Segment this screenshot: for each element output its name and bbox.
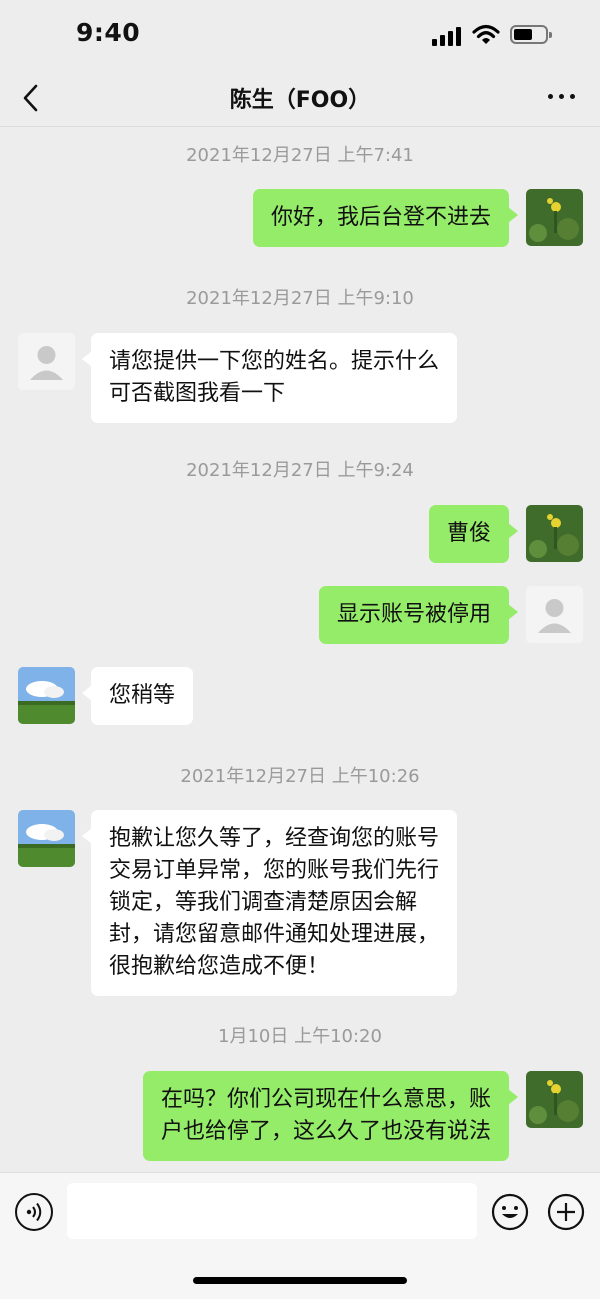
landscape-avatar-image xyxy=(18,810,75,867)
message-bubble[interactable]: 在吗？你们公司现在什么意思，账 户也给停了，这么久了也没有说法 xyxy=(142,1071,519,1161)
avatar-image xyxy=(526,505,583,562)
emoji-icon[interactable] xyxy=(491,1193,529,1231)
timestamp: 1月10日 上午10:20 xyxy=(218,1026,382,1047)
message-input[interactable] xyxy=(67,1183,477,1239)
status-time: 9:40 xyxy=(76,18,141,47)
message-bubble[interactable]: 抱歉让您久等了，经查询您的账号 交易订单异常，您的账号我们先行 锁定，等我们调查… xyxy=(81,810,458,996)
more-dots-icon[interactable] xyxy=(544,84,578,108)
self-avatar[interactable] xyxy=(526,189,583,246)
contact-avatar-default[interactable] xyxy=(18,333,75,390)
battery-icon xyxy=(510,25,552,44)
message-bubble[interactable]: 您稍等 xyxy=(81,667,194,725)
self-avatar-default[interactable] xyxy=(526,586,583,643)
signal-icon xyxy=(432,26,464,46)
message-bubble[interactable]: 曹俊 xyxy=(428,505,519,563)
timestamp: 2021年12月27日 上午9:24 xyxy=(186,460,414,481)
message-bubble[interactable]: 显示账号被停用 xyxy=(318,586,519,644)
contact-avatar[interactable] xyxy=(18,667,75,724)
user-silhouette-icon xyxy=(18,333,75,390)
voice-icon[interactable] xyxy=(15,1193,53,1231)
timestamp: 2021年12月27日 上午10:26 xyxy=(180,766,420,787)
self-avatar[interactable] xyxy=(526,1071,583,1128)
wifi-icon xyxy=(472,24,500,44)
user-silhouette-icon xyxy=(526,586,583,643)
message-bubble[interactable]: 你好，我后台登不进去 xyxy=(252,189,519,247)
nav-bar: 陈生（FOO） xyxy=(0,70,600,127)
plus-icon[interactable] xyxy=(547,1193,585,1231)
contact-avatar[interactable] xyxy=(18,810,75,867)
avatar-image xyxy=(526,189,583,246)
status-bar: 9:40 xyxy=(0,0,600,70)
timestamp: 2021年12月27日 上午7:41 xyxy=(186,145,414,166)
timestamp: 2021年12月27日 上午9:10 xyxy=(186,288,414,309)
message-bubble[interactable]: 请您提供一下您的姓名。提示什么 可否截图我看一下 xyxy=(81,333,458,423)
chat-title: 陈生（FOO） xyxy=(229,88,371,113)
home-indicator xyxy=(193,1277,407,1284)
back-chevron-icon[interactable] xyxy=(14,76,48,120)
landscape-avatar-image xyxy=(18,667,75,724)
avatar-image xyxy=(526,1071,583,1128)
self-avatar[interactable] xyxy=(526,505,583,562)
